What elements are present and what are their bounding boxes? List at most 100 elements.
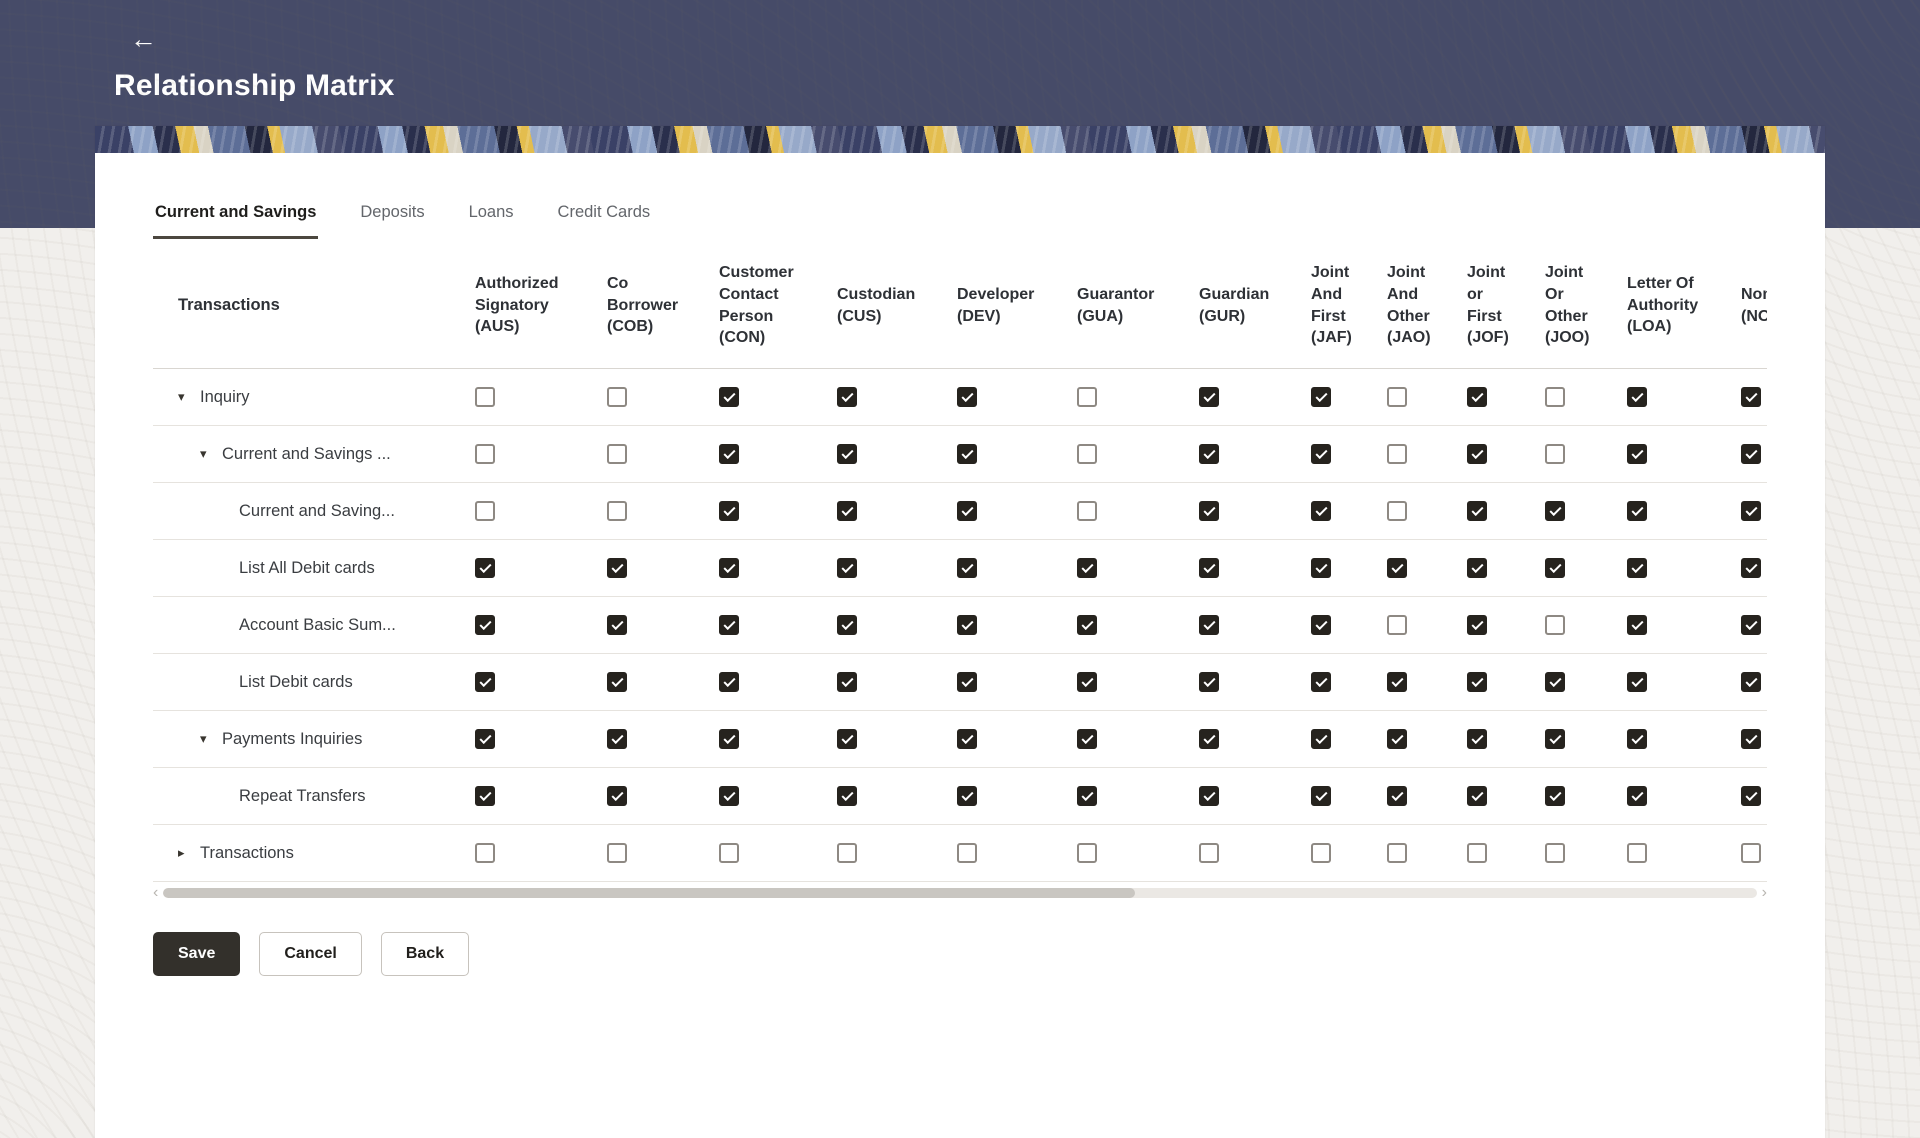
checkbox-unchecked[interactable] <box>1311 843 1331 863</box>
checkbox-checked[interactable] <box>957 558 977 578</box>
scrollbar-track[interactable] <box>163 888 1756 898</box>
checkbox-checked[interactable] <box>719 786 739 806</box>
tab-credit-cards[interactable]: Credit Cards <box>556 203 653 239</box>
checkbox-checked[interactable] <box>607 672 627 692</box>
checkbox-checked[interactable] <box>1311 786 1331 806</box>
checkbox-checked[interactable] <box>719 615 739 635</box>
checkbox-checked[interactable] <box>1741 672 1761 692</box>
checkbox-checked[interactable] <box>475 786 495 806</box>
checkbox-unchecked[interactable] <box>837 843 857 863</box>
checkbox-checked[interactable] <box>837 558 857 578</box>
checkbox-unchecked[interactable] <box>1387 387 1407 407</box>
caret-right-icon[interactable]: ▸ <box>178 845 200 861</box>
back-button[interactable]: Back <box>381 932 469 976</box>
checkbox-checked[interactable] <box>1545 501 1565 521</box>
scroll-right-icon[interactable]: › <box>1762 885 1767 901</box>
checkbox-unchecked[interactable] <box>1387 501 1407 521</box>
checkbox-checked[interactable] <box>1199 558 1219 578</box>
checkbox-unchecked[interactable] <box>1545 843 1565 863</box>
checkbox-unchecked[interactable] <box>1627 843 1647 863</box>
checkbox-unchecked[interactable] <box>1077 387 1097 407</box>
checkbox-checked[interactable] <box>1627 729 1647 749</box>
checkbox-checked[interactable] <box>1199 786 1219 806</box>
checkbox-unchecked[interactable] <box>1545 387 1565 407</box>
checkbox-checked[interactable] <box>719 387 739 407</box>
checkbox-checked[interactable] <box>1311 444 1331 464</box>
checkbox-checked[interactable] <box>1741 444 1761 464</box>
checkbox-checked[interactable] <box>1311 501 1331 521</box>
checkbox-checked[interactable] <box>1199 387 1219 407</box>
checkbox-checked[interactable] <box>719 444 739 464</box>
checkbox-checked[interactable] <box>1467 615 1487 635</box>
checkbox-checked[interactable] <box>837 729 857 749</box>
checkbox-unchecked[interactable] <box>475 843 495 863</box>
checkbox-checked[interactable] <box>1545 786 1565 806</box>
checkbox-checked[interactable] <box>1311 672 1331 692</box>
checkbox-checked[interactable] <box>1545 558 1565 578</box>
checkbox-unchecked[interactable] <box>1199 843 1219 863</box>
checkbox-checked[interactable] <box>607 615 627 635</box>
checkbox-unchecked[interactable] <box>607 387 627 407</box>
checkbox-checked[interactable] <box>1077 615 1097 635</box>
checkbox-checked[interactable] <box>1467 387 1487 407</box>
checkbox-unchecked[interactable] <box>1741 843 1761 863</box>
checkbox-checked[interactable] <box>1467 444 1487 464</box>
checkbox-checked[interactable] <box>837 387 857 407</box>
checkbox-checked[interactable] <box>957 615 977 635</box>
tab-loans[interactable]: Loans <box>467 203 516 239</box>
caret-down-icon[interactable]: ▾ <box>178 389 200 405</box>
checkbox-checked[interactable] <box>1077 558 1097 578</box>
checkbox-checked[interactable] <box>957 729 977 749</box>
checkbox-unchecked[interactable] <box>475 387 495 407</box>
checkbox-checked[interactable] <box>1627 615 1647 635</box>
caret-down-icon[interactable]: ▾ <box>200 731 222 747</box>
checkbox-unchecked[interactable] <box>1387 444 1407 464</box>
checkbox-checked[interactable] <box>1387 786 1407 806</box>
checkbox-checked[interactable] <box>1741 786 1761 806</box>
checkbox-checked[interactable] <box>475 729 495 749</box>
checkbox-checked[interactable] <box>1741 729 1761 749</box>
checkbox-checked[interactable] <box>1077 672 1097 692</box>
checkbox-unchecked[interactable] <box>1077 501 1097 521</box>
checkbox-checked[interactable] <box>957 387 977 407</box>
checkbox-checked[interactable] <box>1077 729 1097 749</box>
save-button[interactable]: Save <box>153 932 240 976</box>
tab-current-and-savings[interactable]: Current and Savings <box>153 203 318 239</box>
checkbox-checked[interactable] <box>1627 672 1647 692</box>
checkbox-checked[interactable] <box>475 615 495 635</box>
checkbox-checked[interactable] <box>957 501 977 521</box>
checkbox-checked[interactable] <box>837 501 857 521</box>
checkbox-unchecked[interactable] <box>475 444 495 464</box>
back-arrow-icon[interactable]: ← <box>124 24 163 55</box>
checkbox-checked[interactable] <box>1199 501 1219 521</box>
checkbox-unchecked[interactable] <box>1077 843 1097 863</box>
checkbox-checked[interactable] <box>1199 444 1219 464</box>
checkbox-checked[interactable] <box>719 558 739 578</box>
checkbox-checked[interactable] <box>837 615 857 635</box>
checkbox-checked[interactable] <box>837 786 857 806</box>
checkbox-checked[interactable] <box>837 672 857 692</box>
checkbox-checked[interactable] <box>837 444 857 464</box>
checkbox-checked[interactable] <box>1627 558 1647 578</box>
checkbox-unchecked[interactable] <box>957 843 977 863</box>
checkbox-checked[interactable] <box>1199 672 1219 692</box>
checkbox-checked[interactable] <box>719 729 739 749</box>
checkbox-checked[interactable] <box>1467 558 1487 578</box>
checkbox-checked[interactable] <box>1741 615 1761 635</box>
checkbox-checked[interactable] <box>1627 444 1647 464</box>
checkbox-checked[interactable] <box>1741 501 1761 521</box>
checkbox-checked[interactable] <box>719 672 739 692</box>
horizontal-scrollbar[interactable]: ‹ › <box>153 885 1767 901</box>
checkbox-unchecked[interactable] <box>1077 444 1097 464</box>
checkbox-checked[interactable] <box>719 501 739 521</box>
checkbox-checked[interactable] <box>957 672 977 692</box>
checkbox-checked[interactable] <box>1311 387 1331 407</box>
checkbox-checked[interactable] <box>475 558 495 578</box>
checkbox-checked[interactable] <box>1627 501 1647 521</box>
checkbox-unchecked[interactable] <box>719 843 739 863</box>
tab-deposits[interactable]: Deposits <box>358 203 426 239</box>
checkbox-checked[interactable] <box>1467 786 1487 806</box>
checkbox-unchecked[interactable] <box>475 501 495 521</box>
checkbox-checked[interactable] <box>607 786 627 806</box>
scroll-left-icon[interactable]: ‹ <box>153 885 158 901</box>
